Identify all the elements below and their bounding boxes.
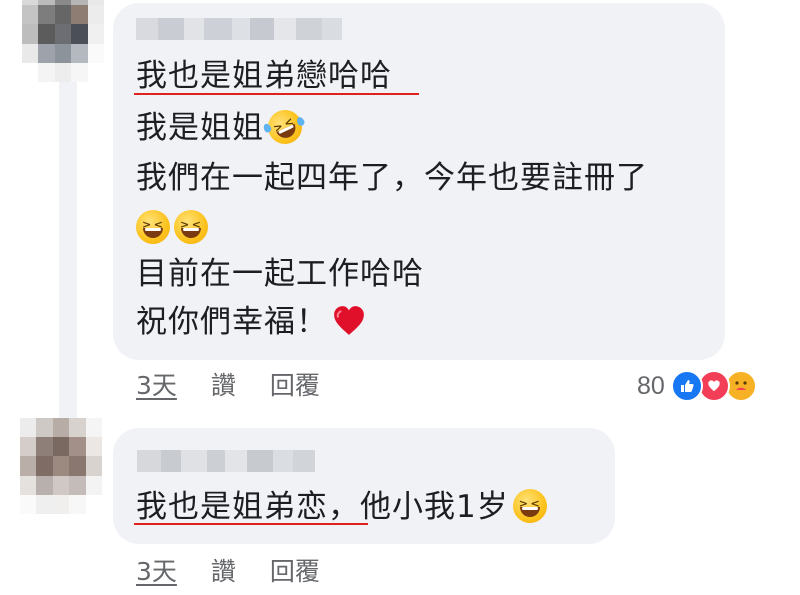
comment-text: 我也是姐弟戀哈哈 [136,58,392,94]
like-icon [670,370,703,402]
reactions-summary[interactable]: 80 [637,370,757,402]
comment-text: 我也是姐弟恋，他小我1岁 > < [136,487,547,533]
avatar[interactable] [20,418,102,514]
comment-text: 目前在一起工作哈哈 [136,256,424,292]
comment-actions: 3天 讚 回覆 [136,370,320,402]
like-button[interactable]: 讚 [211,556,236,588]
comment-emoji-line: > < > < [136,208,208,254]
timestamp-link[interactable]: 3天 [136,556,177,588]
comment-text: 我們在一起四年了，今年也要註冊了 [136,160,648,196]
like-button[interactable]: 讚 [211,370,236,402]
comment-text: 祝你們幸福！ [136,302,366,342]
author-name-blurred[interactable] [136,18,342,40]
grinning-squinting-face-icon: > < [512,489,547,533]
grinning-squinting-face-icon: > < [174,210,208,254]
comment-text: 我是姐姐 > < [136,104,308,154]
reply-button[interactable]: 回覆 [270,556,320,588]
red-underline-annotation [134,93,419,95]
comment-actions: 3天 讚 回覆 [136,556,320,588]
reply-button[interactable]: 回覆 [270,370,320,402]
grinning-squinting-face-icon: > < [136,210,170,254]
red-underline-annotation [134,523,368,525]
reaction-count: 80 [637,371,665,400]
thread-connector-line [59,80,77,425]
avatar[interactable] [22,0,104,82]
author-name-blurred[interactable] [137,450,315,472]
red-heart-icon [334,306,364,335]
rolling-on-floor-laughing-icon: > < [262,104,308,154]
timestamp-link[interactable]: 3天 [136,370,177,402]
comment-thread: 我也是姐弟戀哈哈 我是姐姐 > < 我們在一起四年了，今年也要註冊了 > < > < 目前… [0,0,800,595]
